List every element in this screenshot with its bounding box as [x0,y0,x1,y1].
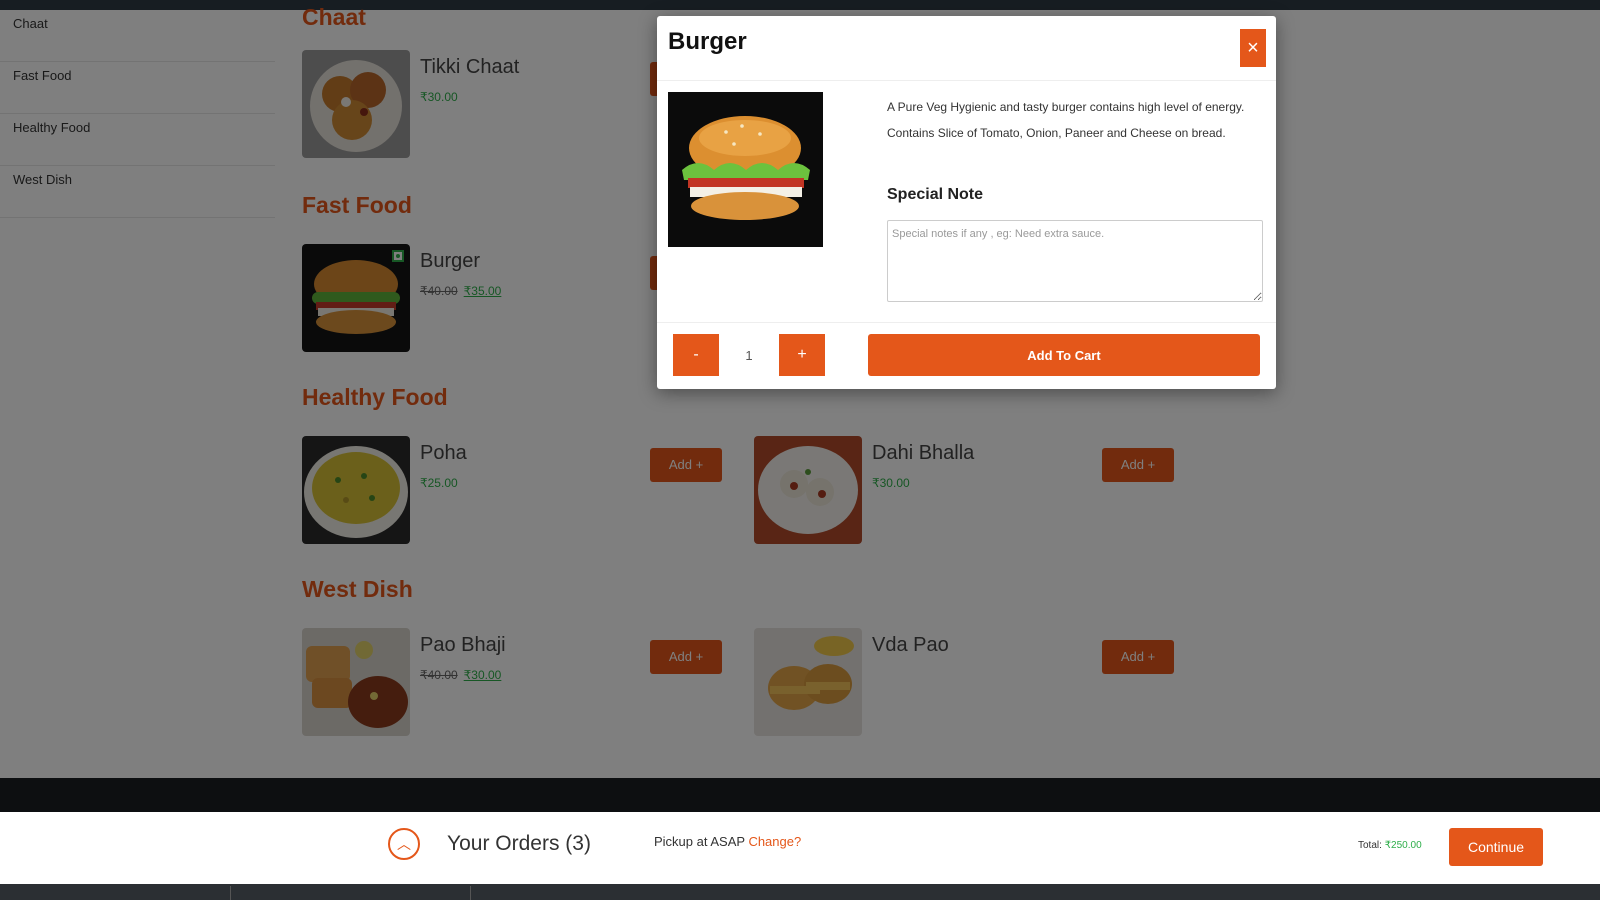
special-note-input[interactable] [887,220,1263,302]
quantity-input[interactable] [719,334,779,376]
your-orders-label[interactable]: Your Orders (3) [447,832,591,856]
item-detail-modal: Burger × A Pure Veg Hygienic and tasty b… [657,16,1276,389]
modal-title: Burger [668,28,747,55]
change-pickup-link[interactable]: Change? [748,834,801,849]
add-to-cart-button[interactable]: Add To Cart [868,334,1260,376]
pickup-info: Pickup at ASAP Change? [654,834,802,849]
browser-bottom-bar [0,884,1600,900]
item-description: A Pure Veg Hygienic and tasty burger con… [887,100,1245,140]
burger-photo [668,92,823,247]
special-note-title: Special Note [887,186,984,203]
divider [657,80,1276,81]
order-total: Total: ₹250.00 [1358,840,1422,851]
order-footer: ︿ Your Orders (3) Pickup at ASAP Change?… [0,812,1600,884]
chevron-up-icon[interactable]: ︿ [388,828,420,860]
close-icon[interactable]: × [1240,29,1266,67]
quantity-increase-button[interactable]: + [779,334,825,376]
divider [657,322,1276,323]
continue-button[interactable]: Continue [1449,828,1543,866]
quantity-decrease-button[interactable]: - [673,334,719,376]
